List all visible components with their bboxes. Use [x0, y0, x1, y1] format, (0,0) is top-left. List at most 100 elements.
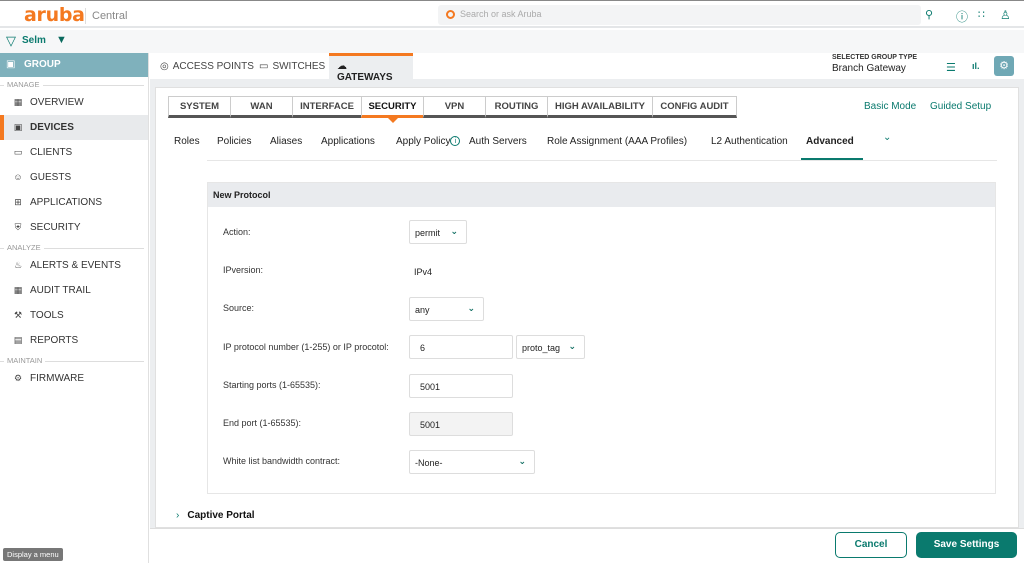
new-protocol-form: New Protocol Action: permit ⌄ IPversion: … [207, 182, 996, 494]
chevron-down-icon: ⌄ [518, 456, 526, 466]
gateway-icon: ☁ [337, 61, 347, 72]
chevron-down-icon: ⌄ [450, 226, 458, 236]
section-maintain: MAINTAIN [0, 353, 148, 366]
tab-system[interactable]: SYSTEM [168, 96, 231, 118]
end-port-label: End port (1-65535): [223, 418, 302, 428]
tab-wan[interactable]: WAN [230, 96, 293, 118]
tab-gateways[interactable]: ☁GATEWAYS [329, 53, 413, 83]
gear-icon: ⚙ [999, 60, 1009, 72]
bandwidth-select[interactable]: -None- ⌄ [409, 450, 535, 474]
sidebar-item-overview[interactable]: ▦ OVERVIEW [0, 90, 148, 115]
tab-interface[interactable]: INTERFACE [292, 96, 362, 118]
basic-mode-link[interactable]: Basic Mode [864, 101, 916, 112]
start-port-input[interactable]: 5001 [409, 374, 513, 398]
access-point-icon: ◎ [160, 61, 169, 72]
tab-switches[interactable]: ▭ SWITCHES [251, 53, 333, 79]
reports-icon: ▤ [13, 335, 23, 345]
help-icon[interactable]: ⓘ [956, 8, 968, 25]
group-type-label: SELECTED GROUP TYPE [832, 54, 918, 61]
subtab-roles[interactable]: Roles [174, 136, 200, 147]
caret-down-icon[interactable]: ▼ [56, 34, 67, 46]
sidebar-item-clients[interactable]: ▭ CLIENTS [0, 140, 148, 165]
chevron-down-icon[interactable]: ⌄ [883, 132, 891, 143]
section-manage: MANAGE [0, 77, 148, 90]
tab-vpn[interactable]: VPN [423, 96, 486, 118]
config-panel: SYSTEM WAN INTERFACE SECURITY VPN ROUTIN… [155, 87, 1019, 528]
subtab-applications[interactable]: Applications [321, 136, 375, 147]
switch-icon: ▭ [259, 61, 269, 72]
subtab-role-assignment[interactable]: Role Assignment (AAA Profiles) [547, 136, 687, 147]
filter-icon[interactable]: ▽ [6, 33, 16, 49]
ipversion-value: IPv4 [414, 267, 433, 277]
devices-icon: ▣ [13, 122, 23, 132]
subtab-policies[interactable]: Policies [217, 136, 251, 147]
action-select[interactable]: permit ⌄ [409, 220, 467, 244]
search-input[interactable]: Search or ask Aruba ⚲ [438, 5, 933, 25]
bell-icon: ♨ [13, 260, 23, 270]
chevron-right-icon: › [176, 510, 180, 521]
logo-divider [85, 8, 86, 24]
config-tabs: SYSTEM WAN INTERFACE SECURITY VPN ROUTIN… [168, 96, 737, 123]
source-select[interactable]: any ⌄ [409, 297, 484, 321]
top-bar: aruba Central Search or ask Aruba ⚲ ⓘ ∷ … [0, 0, 1024, 28]
sidebar-item-audit-trail[interactable]: ▦ AUDIT TRAIL [0, 278, 148, 303]
subtab-apply-policy[interactable]: Apply Policy i [396, 136, 461, 147]
chevron-down-icon: ⌄ [568, 341, 576, 351]
user-icon[interactable]: ♙ [1000, 8, 1011, 22]
tab-security[interactable]: SECURITY [361, 96, 424, 123]
wrench-icon: ⚒ [13, 310, 23, 320]
bandwidth-label: White list bandwidth contract: [223, 456, 341, 466]
subtab-advanced[interactable]: Advanced [806, 136, 854, 147]
main-content: ◎ ACCESS POINTS ▭ SWITCHES ☁GATEWAYS SELEC… [150, 53, 1024, 528]
tooltip: Display a menu [3, 548, 63, 561]
sidebar-item-devices[interactable]: ▣ DEVICES [0, 115, 148, 140]
form-title: New Protocol [208, 183, 995, 207]
group-label: GROUP [24, 59, 61, 70]
sidebar-item-reports[interactable]: ▤ REPORTS [0, 328, 148, 353]
guided-setup-link[interactable]: Guided Setup [930, 101, 991, 112]
tab-high-availability[interactable]: HIGH AVAILABILITY [547, 96, 653, 118]
overview-icon: ▦ [13, 97, 23, 107]
sidebar: ▣ GROUP MANAGE ▦ OVERVIEW ▣ DEVICES ▭ CLIENT… [0, 53, 149, 563]
captive-portal-section[interactable]: › Captive Portal [176, 510, 255, 521]
sidebar-item-guests[interactable]: ☺ GUESTS [0, 165, 148, 190]
chevron-down-icon: ⌄ [467, 303, 475, 313]
action-label: Action: [223, 227, 251, 237]
sidebar-item-firmware[interactable]: ⚙ FIRMWARE [0, 366, 148, 391]
protocol-tag-select[interactable]: proto_tag ⌄ [516, 335, 585, 359]
apps-grid-icon[interactable]: ∷ [978, 8, 985, 21]
sidebar-item-tools[interactable]: ⚒ TOOLS [0, 303, 148, 328]
subtab-divider [207, 160, 997, 161]
search-icon[interactable]: ⚲ [925, 8, 933, 21]
sidebar-item-alerts[interactable]: ♨ ALERTS & EVENTS [0, 253, 148, 278]
sidebar-item-applications[interactable]: ⊞ APPLICATIONS [0, 190, 148, 215]
security-icon: ⛨ [14, 222, 22, 232]
guests-icon: ☺ [13, 172, 23, 182]
list-view-icon[interactable]: ☰ [946, 61, 956, 74]
footer-actions: Cancel Save Settings [150, 528, 1024, 563]
tab-routing[interactable]: ROUTING [485, 96, 548, 118]
info-icon[interactable]: i [450, 136, 461, 146]
subtab-auth-servers[interactable]: Auth Servers [469, 136, 527, 147]
aruba-logo: aruba [24, 4, 85, 26]
device-type-tabs: ◎ ACCESS POINTS ▭ SWITCHES ☁GATEWAYS SELEC… [150, 53, 1024, 83]
ip-protocol-label: IP protocol number (1-255) or IP procoto… [223, 342, 389, 352]
tab-config-audit[interactable]: CONFIG AUDIT [652, 96, 737, 118]
chart-view-icon[interactable]: ıl. [972, 61, 980, 71]
save-settings-button[interactable]: Save Settings [916, 532, 1017, 558]
end-port-input[interactable]: 5001 [409, 412, 513, 436]
filter-bar: ▽ Selm ▼ [0, 30, 1024, 53]
audit-icon: ▦ [13, 285, 23, 295]
sidebar-item-security[interactable]: ⛨ SECURITY [0, 215, 148, 240]
tab-access-points[interactable]: ◎ ACCESS POINTS [152, 53, 262, 79]
ip-protocol-input[interactable]: 6 [409, 335, 513, 359]
subtab-aliases[interactable]: Aliases [270, 136, 302, 147]
cancel-button[interactable]: Cancel [835, 532, 907, 558]
subtab-l2-authentication[interactable]: L2 Authentication [711, 136, 788, 147]
start-port-label: Starting ports (1-65535): [223, 380, 321, 390]
group-type-value: Branch Gateway [832, 63, 906, 74]
aruba-assistant-icon [446, 10, 455, 19]
config-gear-button[interactable]: ⚙ [994, 56, 1014, 76]
filter-group-label[interactable]: Selm [22, 35, 46, 46]
group-header[interactable]: ▣ GROUP [0, 53, 148, 77]
